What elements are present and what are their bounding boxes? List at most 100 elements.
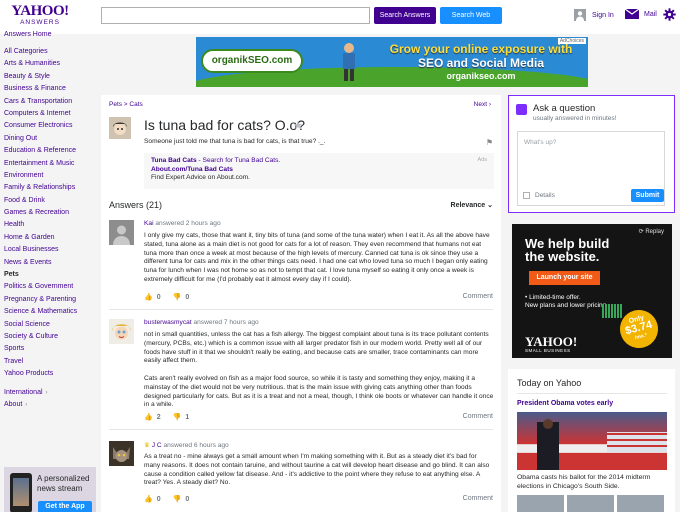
about-link[interactable]: About ›	[4, 401, 27, 408]
category-link[interactable]: Consumer Electronics	[4, 120, 77, 132]
today-thumbnails	[517, 495, 664, 512]
answerer-name[interactable]: Kai	[144, 220, 154, 227]
ad-title[interactable]: Tuna Bad Cats - Search for Tuna Bad Cats…	[151, 157, 487, 166]
downvote-count: 1	[185, 413, 190, 421]
star-icon[interactable]: ★	[293, 119, 303, 132]
answer-divider	[109, 309, 493, 310]
category-link[interactable]: Games & Recreation	[4, 207, 77, 219]
category-link[interactable]: Beauty & Style	[4, 71, 77, 83]
display-ad[interactable]: ⟳ Replay We help build the website. Launc…	[512, 224, 672, 358]
upvote-count: 0	[156, 293, 161, 301]
thumbs-up-button[interactable]: 👍 0	[144, 293, 161, 302]
get-the-app-button[interactable]: Get the App	[38, 501, 92, 512]
category-link[interactable]: Social Science	[4, 319, 77, 331]
category-link[interactable]: Travel	[4, 356, 77, 368]
answer-body: not in small quantities, unless the cat …	[144, 331, 494, 410]
answers-home-link[interactable]: Answers Home	[4, 31, 51, 38]
category-link[interactable]: Health	[4, 219, 77, 231]
user-icon	[574, 9, 586, 21]
category-link[interactable]: News & Events	[4, 257, 77, 269]
thumbnail[interactable]	[567, 495, 614, 512]
flag-icon[interactable]: ⚑	[486, 138, 493, 147]
category-link[interactable]: Pets	[4, 269, 77, 281]
chevron-down-icon: ⌄	[487, 202, 493, 209]
ad-line-3: organikseo.com	[446, 71, 516, 81]
yahoo-answers-logo[interactable]: YAHOO! ANSWERS	[8, 4, 72, 27]
category-link[interactable]: Arts & Humanities	[4, 58, 77, 70]
today-photo[interactable]	[517, 412, 667, 470]
category-link[interactable]: Sports	[4, 343, 77, 355]
ad-offer-line-1: • Limited-time offer.	[525, 294, 581, 301]
adchoices-link[interactable]: AdChoices	[557, 38, 586, 44]
category-link[interactable]: Politics & Government	[4, 281, 77, 293]
ad-decoration	[602, 304, 622, 318]
category-link[interactable]: Pregnancy & Parenting	[4, 294, 77, 306]
sign-in-link[interactable]: Sign In	[574, 9, 614, 21]
category-link[interactable]: Environment	[4, 170, 77, 182]
category-link[interactable]: Computers & Internet	[4, 108, 77, 120]
answerer-avatar[interactable]	[109, 441, 134, 466]
answerer-name[interactable]: busterwasmycat	[144, 319, 192, 326]
answerer-name[interactable]: J C	[152, 442, 162, 449]
answerer-avatar[interactable]	[109, 220, 134, 245]
submit-question-button[interactable]: Submit	[631, 189, 664, 202]
thumbnail[interactable]	[617, 495, 664, 512]
thumbs-down-button[interactable]: 👎 0	[173, 293, 190, 302]
answerer-avatar[interactable]	[109, 319, 134, 344]
category-link[interactable]: Family & Relationships	[4, 182, 77, 194]
category-link[interactable]: Business & Finance	[4, 83, 77, 95]
search-input[interactable]	[101, 7, 370, 24]
category-link[interactable]: All Categories	[4, 46, 77, 58]
thumbnail[interactable]	[517, 495, 564, 512]
today-headline[interactable]: President Obama votes early	[517, 400, 613, 407]
ask-subtitle: usually answered in minutes!	[533, 115, 617, 122]
search-web-button[interactable]: Search Web	[440, 7, 502, 24]
launch-site-button[interactable]: Launch your site	[529, 271, 600, 285]
thumbs-down-icon: 👎	[172, 496, 182, 503]
downvote-count: 0	[185, 495, 190, 503]
asker-avatar[interactable]	[109, 117, 131, 139]
answer-time: answered 6 hours ago	[161, 442, 229, 449]
thumbs-up-icon: 👍	[144, 294, 153, 301]
category-link[interactable]: Science & Mathematics	[4, 306, 77, 318]
next-question-link[interactable]: Next ›	[474, 101, 491, 108]
comment-link[interactable]: Comment	[463, 495, 493, 502]
search-answers-button[interactable]: Search Answers	[374, 7, 436, 24]
next-label: Next	[473, 101, 488, 108]
thumbs-down-button[interactable]: 👎 0	[172, 495, 190, 504]
category-link[interactable]: Society & Culture	[4, 331, 77, 343]
answer-paragraph: not in small quantities, unless the cat …	[144, 331, 489, 365]
banner-ad[interactable]: organikSEO.com Grow your online exposure…	[196, 37, 588, 87]
ad-title-rest: - Search for Tuna Bad Cats.	[196, 157, 281, 164]
ad-url: About.com/Tuna Bad Cats	[151, 165, 233, 173]
details-checkbox[interactable]	[523, 192, 530, 199]
app-promo[interactable]: A personalized news stream Get the App	[4, 467, 96, 512]
ad-replay-button[interactable]: ⟳ Replay	[639, 228, 664, 235]
comment-link[interactable]: Comment	[463, 293, 493, 300]
category-link[interactable]: Home & Garden	[4, 232, 77, 244]
thumbs-down-button[interactable]: 👎 1	[172, 413, 190, 422]
category-link[interactable]: Education & Reference	[4, 145, 77, 157]
sort-dropdown[interactable]: Relevance ⌄	[451, 201, 493, 209]
thumbs-down-icon: 👎	[172, 414, 182, 421]
details-toggle[interactable]: Details	[523, 192, 555, 199]
international-link[interactable]: International ›	[4, 389, 48, 396]
mail-link[interactable]: Mail	[625, 9, 657, 19]
category-link[interactable]: Local Businesses	[4, 244, 77, 256]
category-link[interactable]: Food & Drink	[4, 195, 77, 207]
answer-time: answered 7 hours ago	[191, 319, 259, 326]
thumbs-up-button[interactable]: 👍 0	[144, 495, 161, 504]
category-link[interactable]: Dining Out	[4, 133, 77, 145]
comment-link[interactable]: Comment	[463, 413, 493, 420]
breadcrumb[interactable]: Pets > Cats	[109, 101, 143, 108]
chevron-right-icon: ›	[45, 390, 48, 396]
thumbs-up-button[interactable]: 👍 2	[144, 413, 161, 422]
question-body: Someone just told me that tuna is bad fo…	[144, 138, 326, 145]
category-link[interactable]: Yahoo Products	[4, 368, 77, 380]
category-link[interactable]: Entertainment & Music	[4, 158, 77, 170]
ask-title: Ask a question	[533, 103, 596, 114]
settings-button[interactable]	[663, 8, 676, 26]
category-link[interactable]: Cars & Transportation	[4, 96, 77, 108]
text-ad[interactable]: Tuna Bad Cats - Search for Tuna Bad Cats…	[144, 153, 494, 189]
downvote-count: 0	[185, 293, 190, 301]
